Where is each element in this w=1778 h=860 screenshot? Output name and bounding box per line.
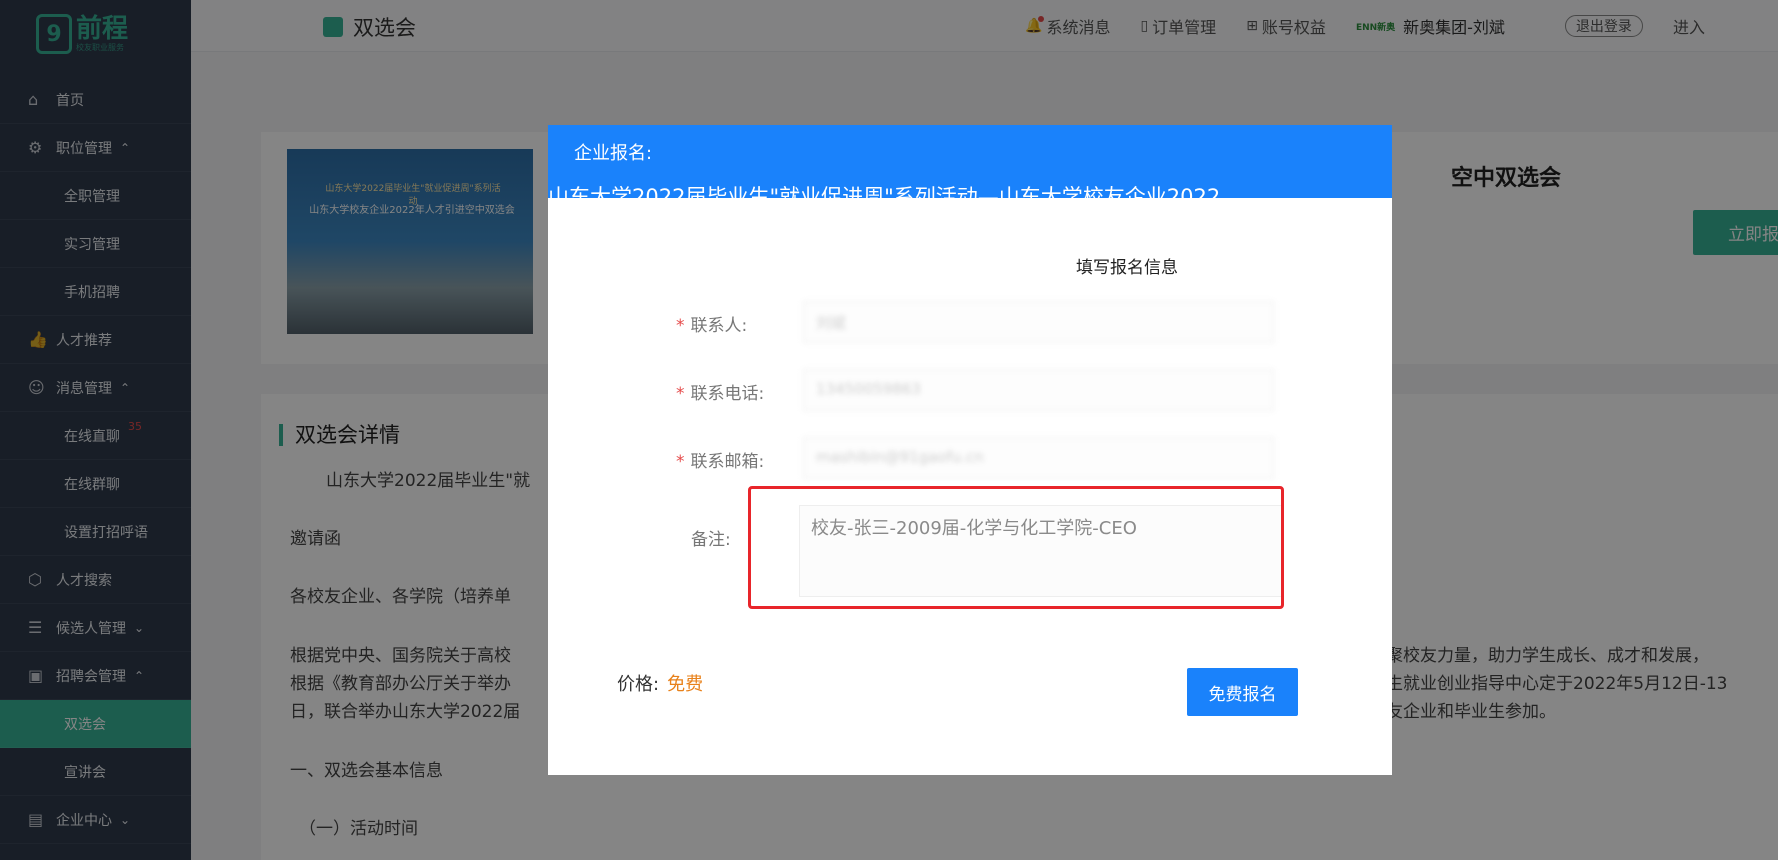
contact-row: * 联系人: 刘斌 (548, 301, 1392, 343)
email-label-text: 联系邮箱: (690, 452, 765, 472)
modal-header: 企业报名: 山东大学2022届毕业生"就业促进周"系列活动—山东大学校友企业20… (548, 125, 1392, 198)
contact-input[interactable]: 刘斌 (803, 301, 1274, 343)
remark-label: 备注: (691, 530, 731, 550)
phone-label: * 联系电话: (676, 379, 764, 404)
required-mark: * (676, 384, 685, 404)
price: 价格: 免费 (617, 670, 703, 696)
phone-row: * 联系电话: 13450059863 (548, 369, 1392, 411)
contact-label-text: 联系人: (690, 316, 748, 336)
modal-event-name: 山东大学2022届毕业生"就业促进周"系列活动—山东大学校友企业2022 (548, 185, 1221, 198)
modal-title: 企业报名: (574, 143, 653, 164)
required-mark: * (676, 316, 685, 336)
registration-modal: 企业报名: 山东大学2022届毕业生"就业促进周"系列活动—山东大学校友企业20… (548, 125, 1392, 775)
phone-input[interactable]: 13450059863 (803, 369, 1274, 411)
email-input[interactable]: mashibin@91gaofu.cn (803, 437, 1274, 479)
required-mark: * (676, 452, 685, 472)
highlight-annotation (748, 486, 1284, 609)
price-value: 免费 (667, 674, 704, 695)
phone-label-text: 联系电话: (690, 384, 765, 404)
free-register-button[interactable]: 免费报名 (1187, 668, 1298, 716)
price-label: 价格: (617, 674, 660, 695)
email-label: * 联系邮箱: (676, 447, 764, 472)
form-section-title: 填写报名信息 (1076, 258, 1178, 278)
email-row: * 联系邮箱: mashibin@91gaofu.cn (548, 437, 1392, 479)
contact-label: * 联系人: (676, 311, 747, 336)
